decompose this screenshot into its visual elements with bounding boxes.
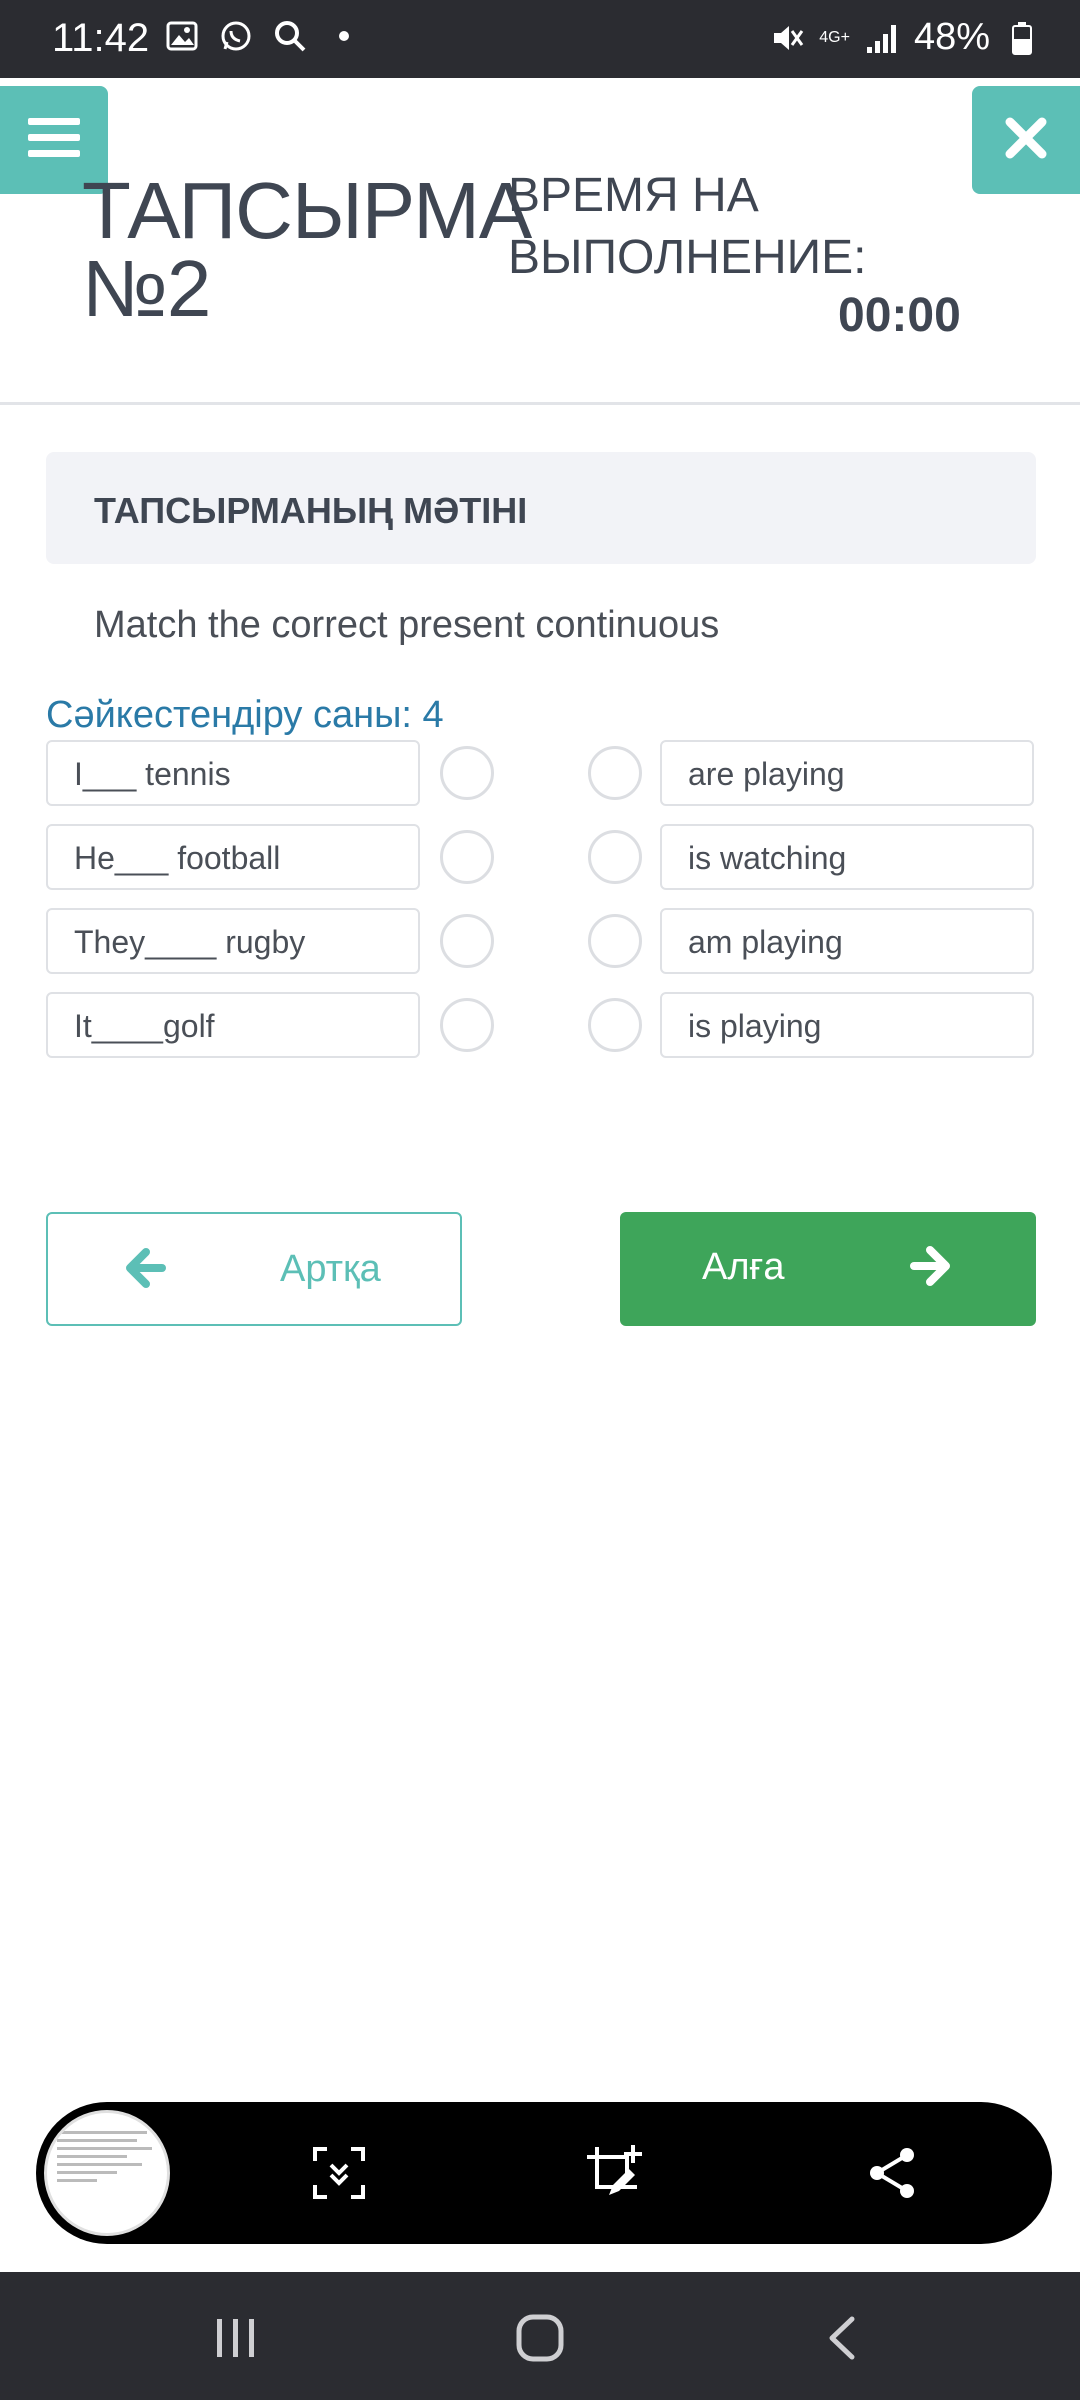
right-radio[interactable] <box>588 746 642 800</box>
left-item[interactable]: I___ tennis <box>46 740 420 806</box>
crop-edit-icon[interactable] <box>582 2142 644 2204</box>
whatsapp-icon <box>218 18 254 54</box>
back-label: Артқа <box>280 1248 381 1290</box>
status-time: 11:42 <box>52 16 150 60</box>
right-item[interactable]: is playing <box>660 992 1034 1058</box>
left-radio[interactable] <box>440 914 494 968</box>
left-radio[interactable] <box>440 746 494 800</box>
arrow-left-icon <box>126 1248 166 1293</box>
gallery-icon <box>164 18 200 54</box>
time-label: ВРЕМЯ НА ВЫПОЛНЕНИЕ: <box>508 169 867 284</box>
next-button[interactable]: Алға <box>620 1212 1036 1326</box>
right-item-label: am playing <box>688 924 843 960</box>
timer-value: 00:00 <box>838 289 961 342</box>
dot-icon <box>326 18 362 54</box>
right-item-label: is watching <box>688 840 847 876</box>
scroll-capture-icon[interactable] <box>308 2142 370 2204</box>
status-bar: 11:42 4G+ 48% <box>0 0 1080 78</box>
left-item-label: It____golf <box>74 1008 215 1044</box>
right-radio[interactable] <box>588 998 642 1052</box>
right-item-label: is playing <box>688 1008 822 1044</box>
recent-apps-icon[interactable] <box>206 2308 266 2368</box>
screenshot-toolbar <box>36 2102 1052 2244</box>
system-nav-bar <box>0 2272 1080 2400</box>
close-button[interactable] <box>972 86 1080 194</box>
match-count-label: Сәйкестендіру саны: 4 <box>46 694 444 736</box>
back-nav-icon[interactable] <box>812 2308 872 2368</box>
back-button[interactable]: Артқа <box>46 1212 462 1326</box>
left-item-label: I___ tennis <box>74 756 231 792</box>
right-item[interactable]: am playing <box>660 908 1034 974</box>
left-item[interactable]: They____ rugby <box>46 908 420 974</box>
mute-icon <box>769 20 805 56</box>
battery-percent: 48% <box>913 16 990 58</box>
right-radio[interactable] <box>588 914 642 968</box>
right-item[interactable]: is watching <box>660 824 1034 890</box>
share-icon[interactable] <box>862 2142 924 2204</box>
left-item[interactable]: It____golf <box>46 992 420 1058</box>
signal-icon <box>864 20 900 56</box>
right-item[interactable]: are playing <box>660 740 1034 806</box>
screenshot-thumbnail[interactable] <box>44 2110 170 2236</box>
left-radio[interactable] <box>440 998 494 1052</box>
hamburger-icon <box>28 116 80 165</box>
network-type: 4G+ <box>819 28 850 46</box>
battery-icon <box>1004 20 1040 56</box>
close-icon <box>1004 116 1048 165</box>
header-divider <box>0 402 1080 405</box>
question-text: Match the correct present continuous <box>94 604 720 646</box>
task-section-title: ТАПСЫРМАНЫҢ МӘТІНІ <box>94 490 528 531</box>
left-item-label: They____ rugby <box>74 924 306 960</box>
task-section-header: ТАПСЫРМАНЫҢ МӘТІНІ <box>46 452 1036 564</box>
right-radio[interactable] <box>588 830 642 884</box>
left-radio[interactable] <box>440 830 494 884</box>
home-icon[interactable] <box>510 2308 570 2368</box>
search-icon <box>272 18 308 54</box>
arrow-right-icon <box>910 1246 950 1291</box>
left-item[interactable]: He___ football <box>46 824 420 890</box>
right-item-label: are playing <box>688 756 845 792</box>
next-label: Алға <box>702 1246 785 1288</box>
page-title: ТАПСЫРМА №2 <box>82 166 532 333</box>
left-item-label: He___ football <box>74 840 281 876</box>
